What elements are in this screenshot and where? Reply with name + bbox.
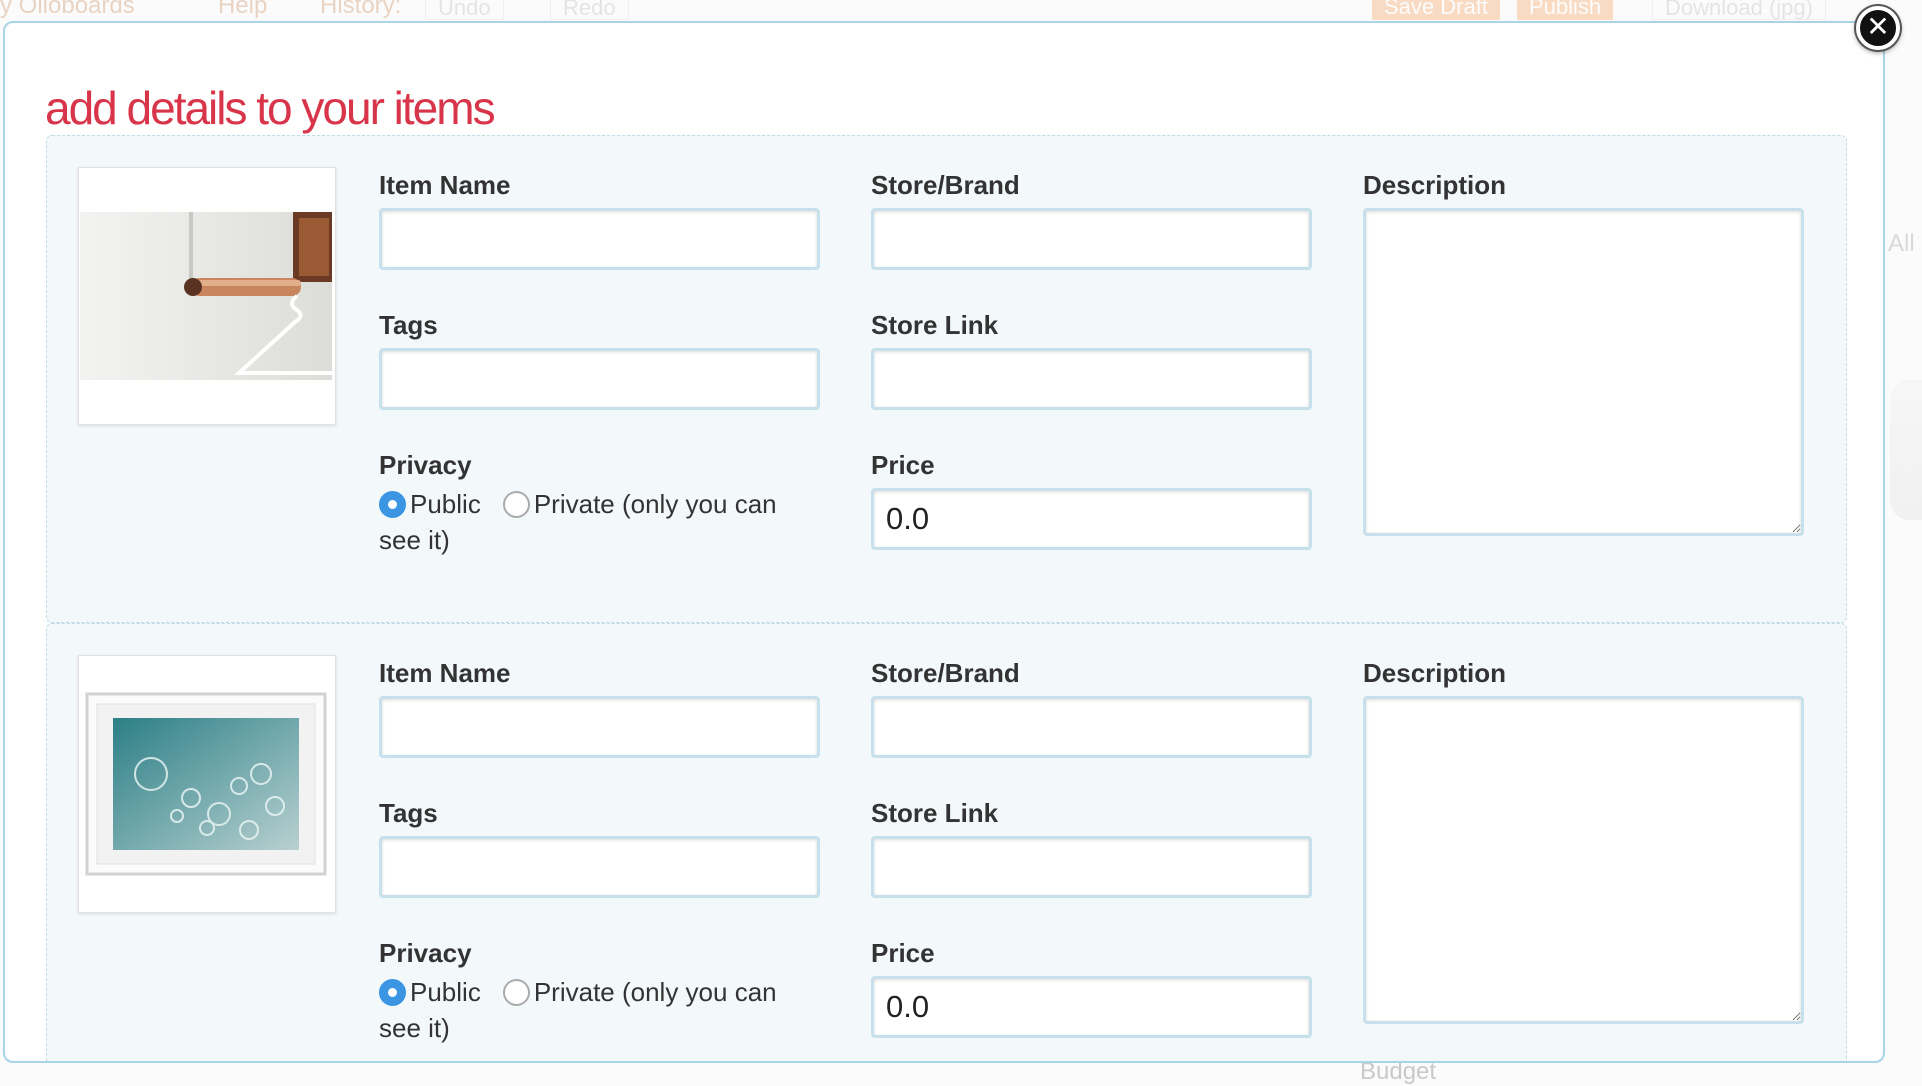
download-button: Download (jpg) — [1652, 0, 1826, 20]
store-link-label: Store Link — [871, 310, 999, 340]
privacy-label: Privacy — [379, 938, 472, 968]
description-textarea[interactable] — [1363, 208, 1804, 536]
public-label: Public — [410, 977, 481, 1007]
item-name-label: Item Name — [379, 170, 511, 200]
radio-public[interactable] — [379, 491, 406, 518]
price-input[interactable] — [871, 976, 1312, 1038]
item-thumbnail — [78, 655, 336, 913]
store-brand-label: Store/Brand — [871, 170, 1020, 200]
tags-label: Tags — [379, 310, 438, 340]
privacy-options: Public Private (only you can see it) — [379, 486, 819, 558]
store-brand-input[interactable] — [871, 696, 1312, 758]
tags-input[interactable] — [379, 348, 820, 410]
item-card: Item Name Store/Brand Description Tags S… — [46, 623, 1847, 1061]
description-label: Description — [1363, 170, 1507, 200]
item-details-modal: add details to your items Item Name Stor… — [3, 21, 1885, 1063]
item-card: Item Name Store/Brand Description Tags S… — [46, 135, 1847, 623]
publish-button: Publish — [1517, 0, 1614, 20]
radio-private[interactable] — [502, 979, 530, 1006]
framed-bubbles-image — [85, 692, 327, 876]
privacy-public-option[interactable]: Public — [379, 977, 481, 1007]
store-brand-input[interactable] — [871, 208, 1312, 270]
all-filter: All — [1888, 230, 1915, 257]
privacy-label: Privacy — [379, 450, 472, 480]
price-label: Price — [871, 938, 935, 968]
store-link-label: Store Link — [871, 798, 999, 828]
privacy-public-option[interactable]: Public — [379, 489, 481, 519]
store-link-input[interactable] — [871, 348, 1312, 410]
store-link-input[interactable] — [871, 836, 1312, 898]
description-label: Description — [1363, 658, 1507, 688]
copper-rail-hanger-image — [80, 212, 332, 380]
item-name-label: Item Name — [379, 658, 511, 688]
public-label: Public — [410, 489, 481, 519]
price-input[interactable] — [871, 488, 1312, 550]
undo-button: Undo — [425, 0, 504, 20]
background-toolbar: y Olioboards Help History: Undo Redo Sav… — [0, 0, 1922, 22]
item-name-input[interactable] — [379, 208, 820, 270]
history-label: History: — [320, 0, 402, 19]
background-sidebar: All — [1882, 200, 1922, 1080]
boards-menu: y Olioboards — [0, 0, 135, 19]
save-draft-button: Save Draft — [1372, 0, 1500, 20]
description-textarea[interactable] — [1363, 696, 1804, 1024]
item-thumbnail — [78, 167, 336, 425]
redo-button: Redo — [550, 0, 629, 20]
modal-title: add details to your items — [45, 82, 496, 134]
tags-label: Tags — [379, 798, 438, 828]
radio-public[interactable] — [379, 979, 406, 1006]
tags-input[interactable] — [379, 836, 820, 898]
store-brand-label: Store/Brand — [871, 658, 1020, 688]
close-icon[interactable]: ✕ — [1856, 6, 1900, 50]
item-name-input[interactable] — [379, 696, 820, 758]
help-menu: Help — [218, 0, 268, 19]
price-label: Price — [871, 450, 935, 480]
privacy-options: Public Private (only you can see it) — [379, 974, 819, 1046]
background-image — [1890, 380, 1922, 520]
radio-private[interactable] — [502, 491, 530, 518]
